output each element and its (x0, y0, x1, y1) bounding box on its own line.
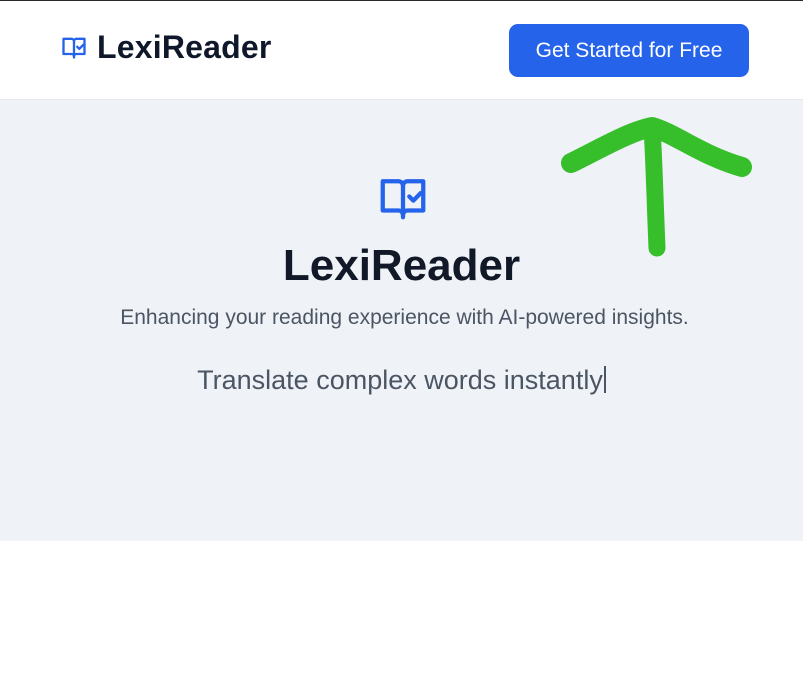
hero-title: LexiReader (282, 241, 521, 290)
get-started-button[interactable]: Get Started for Free (509, 24, 749, 77)
hero-subtitle: Enhancing your reading experience with A… (120, 306, 689, 329)
brand-name: LexiReader (97, 29, 272, 65)
book-check-icon (59, 33, 89, 61)
hero-section: LexiReader Enhancing your reading experi… (0, 100, 803, 541)
navbar: LexiReader Get Started for Free (0, 1, 803, 100)
page: LexiReader Get Started for Free LexiRead… (0, 0, 803, 673)
typing-text: Translate complex words instantly (197, 365, 603, 395)
typing-text-line: Translate complex words instantly (0, 363, 803, 397)
brand-logo[interactable]: LexiReader (59, 31, 272, 63)
book-check-icon (374, 170, 432, 224)
text-cursor (603, 366, 606, 393)
